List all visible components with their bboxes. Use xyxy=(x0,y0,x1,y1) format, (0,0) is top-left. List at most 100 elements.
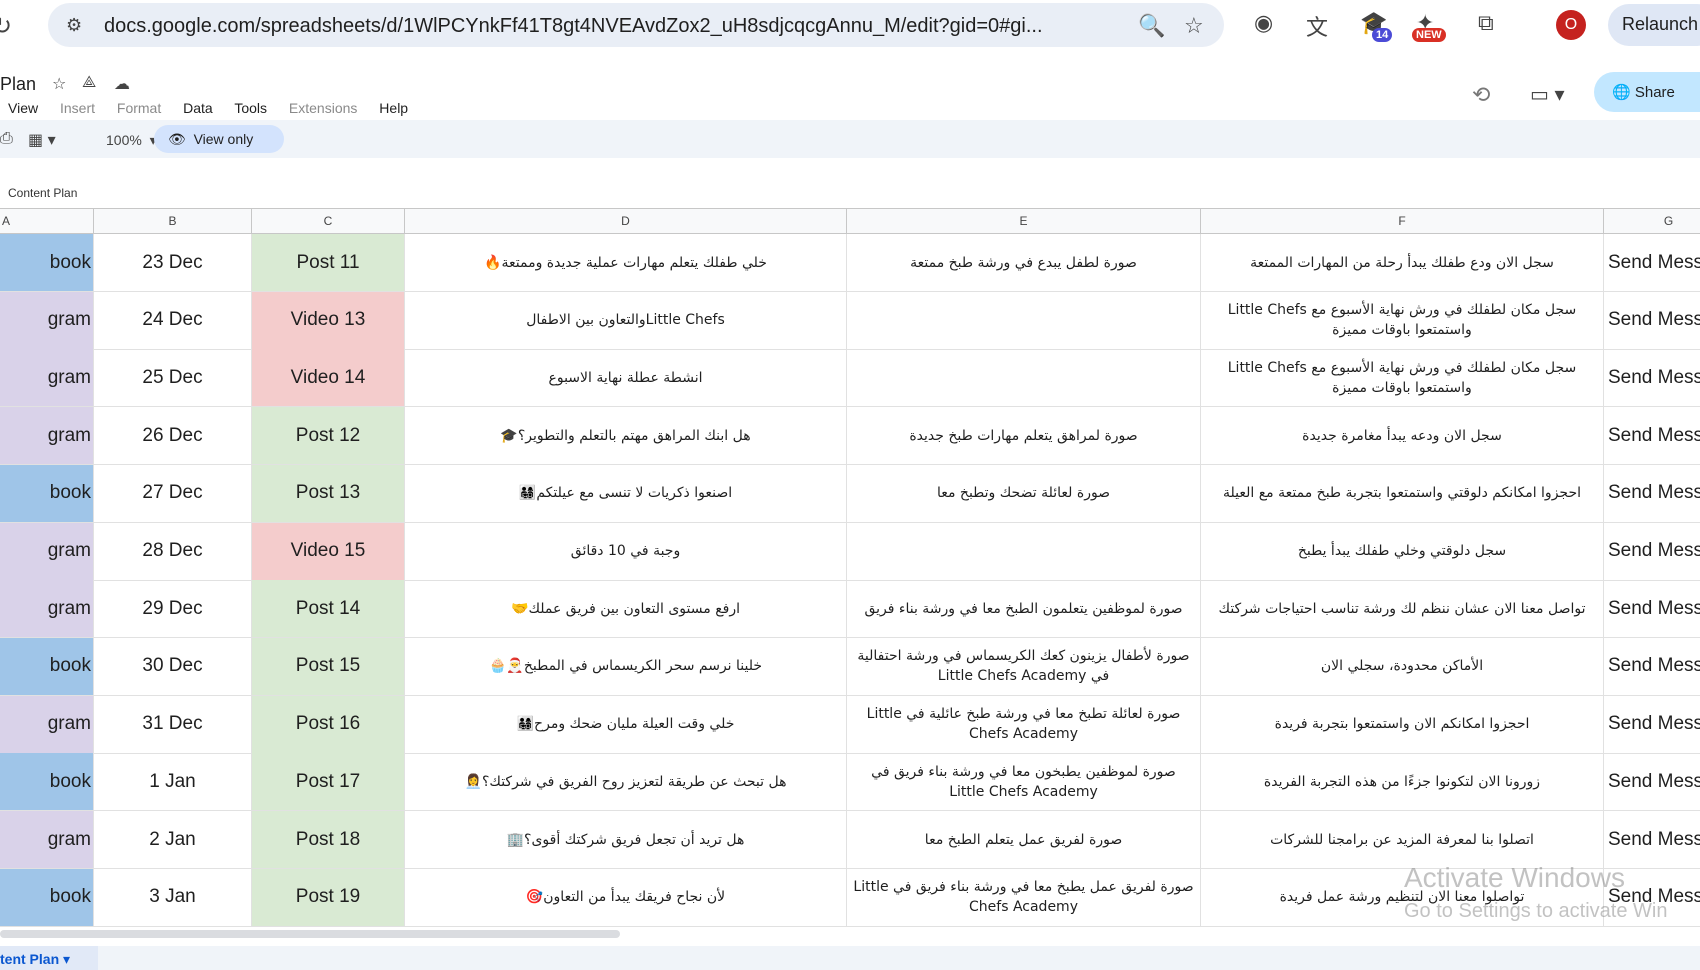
site-info-icon[interactable]: ⚙ xyxy=(66,15,88,35)
content-type-cell[interactable]: Post 19 xyxy=(252,868,405,926)
view-only-button[interactable]: 👁 View only xyxy=(154,125,284,153)
column-header-b[interactable]: B xyxy=(94,209,252,234)
menu-view[interactable]: View xyxy=(8,100,38,116)
visual-cell[interactable]: صورة لأطفال يزينون كعك الكريسماس في ورشة… xyxy=(847,637,1201,695)
caption-cell[interactable]: هل تريد أن تجعل فريق شركتك أقوى؟🏢 xyxy=(405,811,847,868)
cta-cell[interactable]: تواصل معنا الان عشان ننظم لك ورشة تناسب … xyxy=(1201,580,1604,638)
visual-cell[interactable]: صورة لموظفين يتعلمون الطبخ معا في ورشة ب… xyxy=(847,580,1201,638)
caption-cell[interactable]: خلينا نرسم سحر الكريسماس في المطبخ🎅🧁 xyxy=(405,637,847,695)
print-icon[interactable]: ⎙ xyxy=(0,130,13,148)
visual-cell[interactable]: صورة لعائلة تضحك وتطبخ معا xyxy=(847,464,1201,522)
menu-help[interactable]: Help xyxy=(379,100,408,116)
platform-cell[interactable]: gram xyxy=(0,811,94,868)
cta-cell[interactable]: سجل الان ودعه يبدأ مغامرة جديدة xyxy=(1201,407,1604,465)
caption-cell[interactable]: وجبة في 10 دقائق xyxy=(405,522,847,580)
star-icon[interactable]: ☆ xyxy=(52,74,66,94)
visual-cell[interactable]: صورة لفريق عمل يتعلم الطبخ معا xyxy=(847,811,1201,868)
platform-cell[interactable]: gram xyxy=(0,695,94,753)
platform-cell[interactable]: book xyxy=(0,234,94,291)
platform-cell[interactable]: gram xyxy=(0,407,94,465)
date-cell[interactable]: 24 Dec xyxy=(94,291,252,349)
cta-cell[interactable]: سجل مكان لطفلك في ورش نهاية الأسبوع مع L… xyxy=(1201,349,1604,407)
content-type-cell[interactable]: Post 14 xyxy=(252,580,405,638)
caption-cell[interactable]: انشطة عطلة نهاية الاسبوع xyxy=(405,349,847,407)
address-bar[interactable]: ⚙ docs.google.com/spreadsheets/d/1WlPCYn… xyxy=(48,3,1224,47)
content-type-cell[interactable]: Post 12 xyxy=(252,407,405,465)
sheet-tab-dropdown-icon[interactable]: ▾ xyxy=(63,951,70,967)
visual-cell[interactable] xyxy=(847,522,1201,580)
platform-cell[interactable]: book xyxy=(0,753,94,811)
date-cell[interactable]: 31 Dec xyxy=(94,695,252,753)
platform-cell[interactable]: gram xyxy=(0,349,94,407)
column-header-g[interactable]: G xyxy=(1604,209,1700,234)
platform-cell[interactable]: gram xyxy=(0,291,94,349)
reload-icon[interactable]: ↻ xyxy=(0,12,12,41)
content-type-cell[interactable]: Post 16 xyxy=(252,695,405,753)
zoom-select[interactable]: 100% ▾ xyxy=(106,132,157,149)
column-header-f[interactable]: F xyxy=(1201,209,1604,234)
content-type-cell[interactable]: Video 15 xyxy=(252,522,405,580)
date-cell[interactable]: 27 Dec xyxy=(94,464,252,522)
caption-cell[interactable]: اصنعوا ذكريات لا تنسى مع عيلتكم👨‍👩‍👧‍👦 xyxy=(405,464,847,522)
content-type-cell[interactable]: Post 18 xyxy=(252,811,405,868)
grammar-extension-icon[interactable]: ◉ xyxy=(1254,10,1273,36)
date-cell[interactable]: 30 Dec xyxy=(94,637,252,695)
column-header-e[interactable]: E xyxy=(847,209,1201,234)
content-type-cell[interactable]: Post 13 xyxy=(252,464,405,522)
cta-cell[interactable]: سجل دلوقتي وخلي طفلك يبدأ يطبخ xyxy=(1201,522,1604,580)
platform-cell[interactable]: book xyxy=(0,637,94,695)
cta-cell[interactable]: احجزوا امكانكم دلوقتي واستمتعوا بتجربة ط… xyxy=(1201,464,1604,522)
visual-cell[interactable] xyxy=(847,349,1201,407)
move-to-drive-icon[interactable]: ⟁ xyxy=(82,74,96,92)
date-cell[interactable]: 28 Dec xyxy=(94,522,252,580)
visual-cell[interactable]: صورة لفريق عمل يطبخ معا في ورشة بناء فري… xyxy=(847,868,1201,926)
visual-cell[interactable]: صورة لعائلة تطبخ معا في ورشة طبخ عائلية … xyxy=(847,695,1201,753)
action-cell[interactable]: Send Mess xyxy=(1604,407,1700,464)
bookmark-star-icon[interactable]: ☆ xyxy=(1184,13,1204,39)
column-header-a[interactable]: A xyxy=(0,209,94,234)
caption-cell[interactable]: لأن نجاح فريقك يبدأ من التعاون🎯 xyxy=(405,868,847,926)
action-cell[interactable]: Send Mess xyxy=(1604,523,1700,580)
menu-data[interactable]: Data xyxy=(183,100,213,116)
action-cell[interactable]: Send Mess xyxy=(1604,234,1700,291)
platform-cell[interactable]: book xyxy=(0,868,94,926)
date-cell[interactable]: 2 Jan xyxy=(94,811,252,868)
menu-tools[interactable]: Tools xyxy=(234,100,267,116)
date-cell[interactable]: 26 Dec xyxy=(94,407,252,465)
caption-cell[interactable]: ارفع مستوى التعاون بين فريق عملك🤝 xyxy=(405,580,847,638)
action-cell[interactable]: Send Mess xyxy=(1604,638,1700,695)
menu-insert[interactable]: Insert xyxy=(60,100,95,116)
action-cell[interactable]: Send Mess xyxy=(1604,696,1700,753)
relaunch-button[interactable]: Relaunch xyxy=(1608,4,1700,46)
caption-cell[interactable]: خلي طفلك يتعلم مهارات عملية جديدة وممتعة… xyxy=(405,234,847,291)
action-cell[interactable]: Send Mess xyxy=(1604,580,1700,637)
name-box[interactable]: Content Plan xyxy=(8,186,77,200)
column-header-c[interactable]: C xyxy=(252,209,405,234)
date-cell[interactable]: 23 Dec xyxy=(94,234,252,291)
action-cell[interactable]: Send Mess xyxy=(1604,811,1700,868)
version-history-icon[interactable]: ⟲ xyxy=(1472,82,1490,108)
content-type-cell[interactable]: Video 14 xyxy=(252,349,405,407)
share-button[interactable]: 🌐 Share xyxy=(1594,72,1700,112)
action-cell[interactable]: Send Mess xyxy=(1604,349,1700,406)
cta-cell[interactable]: زورونا الان لتكونوا جزءًا من هذه التجربة… xyxy=(1201,753,1604,811)
menu-extensions[interactable]: Extensions xyxy=(289,100,357,116)
cta-cell[interactable]: اتصلوا بنا لمعرفة المزيد عن برامجنا للشر… xyxy=(1201,811,1604,868)
action-cell[interactable]: Send Mess xyxy=(1604,292,1700,349)
platform-cell[interactable]: gram xyxy=(0,580,94,638)
content-type-cell[interactable]: Video 13 xyxy=(252,291,405,349)
format-cells-icon[interactable]: ▦ ▾ xyxy=(28,130,56,150)
date-cell[interactable]: 1 Jan xyxy=(94,753,252,811)
zoom-icon[interactable]: 🔍 xyxy=(1138,13,1165,39)
content-type-cell[interactable]: Post 15 xyxy=(252,637,405,695)
menu-format[interactable]: Format xyxy=(117,100,161,116)
platform-cell[interactable]: book xyxy=(0,464,94,522)
cta-cell[interactable]: احجزوا امكانكم الان واستمتعوا بتجربة فري… xyxy=(1201,695,1604,753)
content-type-cell[interactable]: Post 11 xyxy=(252,234,405,291)
url-text[interactable]: docs.google.com/spreadsheets/d/1WlPCYnkF… xyxy=(104,15,1043,38)
extensions-puzzle-icon[interactable]: ⧉ xyxy=(1478,10,1494,36)
caption-cell[interactable]: خلي وقت العيلة مليان ضحك ومرح👨‍👩‍👧‍👦 xyxy=(405,695,847,753)
action-cell[interactable]: Send Mess xyxy=(1604,465,1700,522)
profile-avatar[interactable]: O xyxy=(1556,10,1586,40)
visual-cell[interactable]: صورة لطفل يبدع في ورشة طبخ ممتعة xyxy=(847,234,1201,291)
